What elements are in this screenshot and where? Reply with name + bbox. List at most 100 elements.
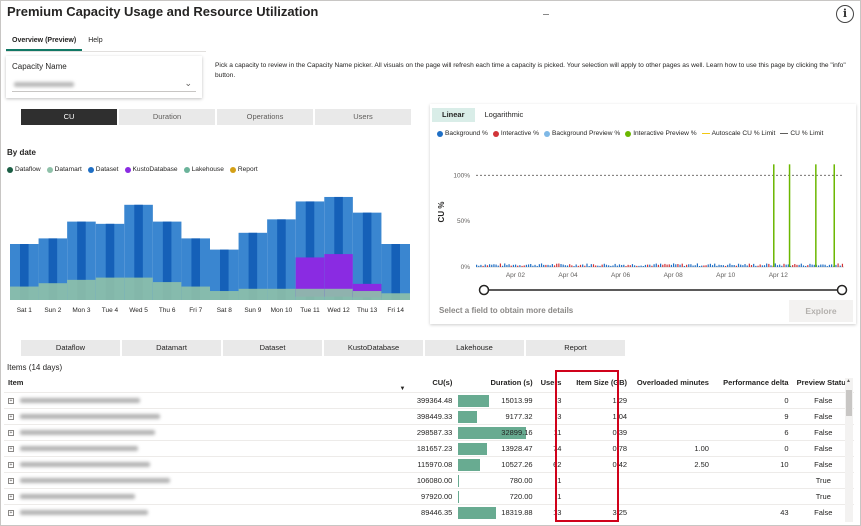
bar-lakehouse-5[interactable]	[152, 282, 182, 300]
tab-duration[interactable]: Duration	[119, 109, 215, 125]
cu-bar	[802, 265, 805, 267]
bar-lakehouse-4[interactable]	[124, 277, 153, 300]
table-row[interactable]: +89446.35 18319.88 13 3.25 43 False	[4, 503, 854, 520]
scroll-up-icon[interactable]: ▲	[846, 378, 851, 384]
tab-help[interactable]: Help	[82, 34, 108, 51]
legend-item-kustodatabase[interactable]: KustoDatabase	[124, 166, 178, 173]
tab-lakehouse[interactable]: Lakehouse	[425, 340, 524, 356]
tab-report[interactable]: Report	[526, 340, 625, 356]
legend-item-dataset[interactable]: Dataset	[87, 166, 119, 173]
legend-item-background-preview[interactable]: Background Preview %	[544, 130, 620, 137]
cu-bar	[597, 265, 599, 267]
expand-icon[interactable]: +	[8, 461, 14, 468]
cu-bar	[668, 264, 670, 267]
cu-bar	[588, 266, 590, 267]
bar-lakehouse-3[interactable]	[95, 277, 125, 300]
tab-operations[interactable]: Operations	[217, 109, 313, 125]
cu-bar	[805, 265, 807, 267]
cu-bar	[744, 264, 746, 267]
table-row[interactable]: +398449.33 9177.32 3 1.04 9 False	[4, 407, 854, 424]
bar-lakehouse-7[interactable]	[210, 291, 239, 300]
table-row[interactable]: +97920.00 720.00 1 True	[4, 487, 854, 504]
legend-item-lakehouse[interactable]: Lakehouse	[183, 166, 224, 173]
tab-datamart[interactable]: Datamart	[122, 340, 221, 356]
col-overloaded-minutes[interactable]: Overloaded minutes	[631, 374, 713, 392]
tab-users[interactable]: Users	[315, 109, 411, 125]
bar-lakehouse-9[interactable]	[267, 288, 296, 300]
legend-item-interactive[interactable]: Interactive %	[492, 130, 539, 137]
legend-item-dataflow[interactable]: Dataflow	[7, 166, 41, 173]
col-item[interactable]: Item	[4, 374, 393, 392]
cu-percent-chart[interactable]: CU % 0% 50% 100% Apr 02 Apr 04 Apr 06 Apr 08 Apr…	[432, 145, 852, 297]
cu-bar	[519, 265, 521, 267]
table-scrollbar[interactable]: ▲	[845, 378, 853, 522]
capacity-name-dropdown[interactable]: ⌄	[12, 77, 196, 92]
duration-data-bar	[458, 394, 490, 407]
legend-item-autoscale-cu-limit[interactable]: Autoscale CU % Limit	[701, 130, 775, 137]
cu-bar	[783, 263, 785, 267]
bar-lakehouse-1[interactable]	[38, 283, 68, 300]
tab-overview[interactable]: Overview (Preview)	[6, 34, 83, 51]
explore-button[interactable]: Explore	[789, 300, 853, 322]
interactive-preview-spike-0[interactable]	[773, 164, 775, 267]
interactive-preview-spike-1[interactable]	[788, 164, 791, 267]
legend-label: Background Preview %	[552, 130, 621, 137]
cu-bar	[785, 264, 787, 267]
info-icon[interactable]: i	[836, 5, 854, 23]
cu-bar	[504, 263, 506, 267]
bar-lakehouse-10[interactable]	[295, 288, 325, 300]
interactive-preview-spike-2[interactable]	[815, 164, 817, 267]
expand-icon[interactable]: +	[8, 509, 14, 516]
interactive-preview-spike-3[interactable]	[833, 164, 835, 267]
expand-icon[interactable]: +	[8, 493, 14, 500]
tab-logarithmic[interactable]: Logarithmic	[475, 108, 534, 122]
legend-item-interactive-preview[interactable]: Interactive Preview %	[625, 130, 697, 137]
legend-label: Report	[237, 166, 258, 173]
tab-dataflow[interactable]: Dataflow	[21, 340, 120, 356]
legend-item-cu-limit[interactable]: CU % Limit	[780, 130, 823, 137]
y-tick-label: 50%	[457, 218, 470, 225]
bar-lakehouse-8[interactable]	[238, 288, 268, 300]
bar-lakehouse-12[interactable]	[352, 291, 382, 300]
bar-lakehouse-2[interactable]	[67, 279, 96, 300]
cu-bar	[564, 265, 566, 267]
tab-dataset[interactable]: Dataset	[223, 340, 322, 356]
bar-lakehouse-0[interactable]	[10, 286, 39, 300]
cu-bar	[722, 265, 724, 267]
cu-bar	[672, 263, 675, 267]
tab-linear[interactable]: Linear	[432, 108, 475, 122]
legend-label: KustoDatabase	[132, 166, 178, 173]
legend-item-report[interactable]: Report	[229, 166, 258, 173]
expand-icon[interactable]: +	[8, 477, 14, 484]
duration-data-bar	[458, 442, 488, 455]
col-cu[interactable]: CU(s) ▼	[393, 374, 456, 392]
slider-start-handle[interactable]	[478, 284, 490, 296]
expand-icon[interactable]: +	[8, 413, 14, 420]
expand-icon[interactable]: +	[8, 429, 14, 436]
expand-icon[interactable]: +	[8, 397, 14, 404]
table-row[interactable]: +181657.23 13928.47 74 0.78 1.00 0 False	[4, 439, 854, 456]
bar-lakehouse-11[interactable]	[324, 288, 353, 300]
scale-tabs: Linear Logarithmic	[432, 108, 533, 122]
table-row[interactable]: +399364.48 15013.99 3 1.29 0 False	[4, 391, 854, 408]
bar-lakehouse-13[interactable]	[381, 293, 410, 300]
table-row[interactable]: +115970.08 10527.26 62 0.42 2.50 10 False	[4, 455, 854, 472]
col-duration[interactable]: Duration (s)	[456, 374, 536, 392]
table-row[interactable]: +298587.33 32899.16 11 0.39 6 False	[4, 423, 854, 440]
legend-item-datamart[interactable]: Datamart	[46, 166, 82, 173]
table-row[interactable]: +106080.00 780.00 1 True	[4, 471, 854, 488]
cu-bar	[664, 263, 666, 267]
scroll-thumb[interactable]	[846, 390, 852, 416]
legend-item-background[interactable]: Background %	[437, 130, 488, 137]
expand-icon[interactable]: +	[8, 445, 14, 452]
col-performance-delta[interactable]: Performance delta	[713, 374, 793, 392]
drag-handle[interactable]	[543, 14, 549, 15]
duration-value: 720.00	[509, 491, 533, 501]
by-date-chart[interactable]: Sat 1 Sun 2 Mon 3 Tue 4 Wed 5 Thu 6 Fri 7 Sat 8…	[10, 178, 415, 318]
cu-bar	[618, 264, 621, 267]
tab-kustodatabase[interactable]: KustoDatabase	[324, 340, 423, 356]
bar-lakehouse-6[interactable]	[181, 286, 210, 300]
tab-cu[interactable]: CU	[21, 109, 117, 125]
cell-cu: 97920.00	[393, 487, 457, 504]
slider-end-handle[interactable]	[836, 284, 848, 296]
